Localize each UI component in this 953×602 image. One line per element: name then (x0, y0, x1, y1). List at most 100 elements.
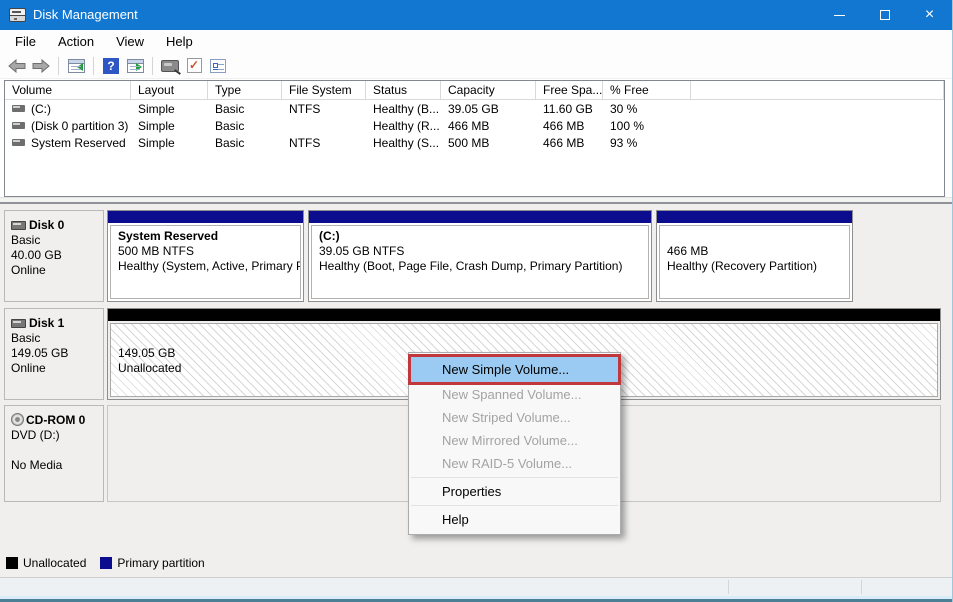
properties-list-button[interactable] (206, 55, 230, 77)
statusbar-divider (861, 580, 862, 594)
cell-status: Healthy (S... (366, 136, 441, 150)
column-header-status[interactable]: Status (366, 81, 441, 99)
cell-pct-free: 93 % (603, 136, 691, 150)
cdrom-name: CD-ROM 0 (26, 413, 85, 428)
column-header-pct-free[interactable]: % Free (603, 81, 691, 99)
pane-splitter[interactable] (0, 197, 952, 204)
cell-status: Healthy (R... (366, 119, 441, 133)
column-header-capacity[interactable]: Capacity (441, 81, 536, 99)
partition-status: Healthy (Recovery Partition) (667, 259, 842, 274)
menu-action[interactable]: Action (47, 31, 105, 52)
cell-type: Basic (208, 136, 282, 150)
partition-recovery[interactable]: 466 MB Healthy (Recovery Partition) (656, 210, 853, 302)
cell-free-space: 466 MB (536, 119, 603, 133)
toolbar-separator (93, 57, 94, 75)
title-bar: Disk Management × (0, 0, 952, 30)
menu-file[interactable]: File (4, 31, 47, 52)
console-tree-button[interactable] (64, 55, 88, 77)
menu-item-new-mirrored-volume: New Mirrored Volume... (409, 429, 620, 452)
close-icon: × (925, 7, 934, 23)
legend-unallocated-label: Unallocated (23, 556, 86, 570)
cell-status: Healthy (B... (366, 102, 441, 116)
partition-size: 39.05 GB NTFS (319, 244, 641, 259)
minimize-icon (834, 15, 845, 16)
disk-icon (11, 319, 26, 328)
disk0-kind: Basic (11, 233, 103, 248)
check-disk-icon: ✓ (187, 58, 202, 73)
menu-item-new-spanned-volume: New Spanned Volume... (409, 383, 620, 406)
back-button[interactable] (5, 55, 29, 77)
disk0-name: Disk 0 (29, 218, 64, 233)
partition-size: 466 MB (667, 244, 842, 259)
toolbar: ? ✓ (0, 53, 952, 79)
back-icon (8, 59, 26, 73)
disk0-status: Online (11, 263, 103, 278)
disk-management-window: Disk Management × File Action View Help … (0, 0, 953, 602)
cell-free-space: 466 MB (536, 136, 603, 150)
disk1-name: Disk 1 (29, 316, 64, 331)
forward-button[interactable] (29, 55, 53, 77)
cell-free-space: 11.60 GB (536, 102, 603, 116)
table-row[interactable]: (Disk 0 partition 3) Simple Basic Health… (5, 117, 944, 134)
cdrom-status: No Media (11, 458, 103, 473)
menu-item-help[interactable]: Help (409, 508, 620, 531)
minimize-button[interactable] (817, 0, 862, 30)
volume-list: Volume Layout Type File System Status Ca… (4, 80, 945, 197)
console-tree-icon (68, 59, 85, 73)
column-header-free-space[interactable]: Free Spa... (536, 81, 603, 99)
volume-icon (12, 139, 25, 146)
legend-primary-swatch (100, 557, 112, 569)
partition-status: Healthy (System, Active, Primary Pa (118, 259, 293, 274)
disk-view-button[interactable] (158, 55, 182, 77)
menu-separator (411, 505, 618, 506)
cell-type: Basic (208, 119, 282, 133)
toolbar-separator (152, 57, 153, 75)
partition-c-drive[interactable]: (C:) 39.05 GB NTFS Healthy (Boot, Page F… (308, 210, 652, 302)
column-header-type[interactable]: Type (208, 81, 282, 99)
disk1-status: Online (11, 361, 103, 376)
cdrom-label-panel[interactable]: CD-ROM 0 DVD (D:) No Media (4, 405, 104, 502)
column-header-layout[interactable]: Layout (131, 81, 208, 99)
cell-file-system: NTFS (282, 102, 366, 116)
partition-title (667, 229, 842, 244)
legend-bar: Unallocated Primary partition (0, 549, 952, 577)
legend-primary-label: Primary partition (117, 556, 204, 570)
disk0-size: 40.00 GB (11, 248, 103, 263)
volume-list-header: Volume Layout Type File System Status Ca… (5, 81, 944, 100)
cell-pct-free: 30 % (603, 102, 691, 116)
help-button[interactable]: ? (99, 55, 123, 77)
partition-status: Healthy (Boot, Page File, Crash Dump, Pr… (319, 259, 641, 274)
disk0-label-panel[interactable]: Disk 0 Basic 40.00 GB Online (4, 210, 104, 302)
legend-unallocated-swatch (6, 557, 18, 569)
menu-view[interactable]: View (105, 31, 155, 52)
maximize-button[interactable] (862, 0, 907, 30)
window-title: Disk Management (33, 0, 138, 30)
disk1-size: 149.05 GB (11, 346, 103, 361)
toolbar-separator (58, 57, 59, 75)
column-header-file-system[interactable]: File System (282, 81, 366, 99)
close-button[interactable]: × (907, 0, 952, 30)
table-row[interactable]: System Reserved Simple Basic NTFS Health… (5, 134, 944, 151)
primary-partition-bar (309, 211, 651, 223)
cell-file-system: NTFS (282, 136, 366, 150)
cell-pct-free: 100 % (603, 119, 691, 133)
menu-item-properties[interactable]: Properties (409, 480, 620, 503)
cell-capacity: 466 MB (441, 119, 536, 133)
primary-partition-bar (108, 211, 303, 223)
cell-volume: (Disk 0 partition 3) (31, 119, 128, 133)
volume-icon (12, 105, 25, 112)
forward-icon (32, 59, 50, 73)
cell-layout: Simple (131, 102, 208, 116)
action-pane-button[interactable] (123, 55, 147, 77)
menu-item-new-simple-volume[interactable]: New Simple Volume... (409, 356, 620, 383)
cell-layout: Simple (131, 136, 208, 150)
disk-view-icon (161, 60, 179, 72)
column-header-volume[interactable]: Volume (5, 81, 131, 99)
partition-system-reserved[interactable]: System Reserved 500 MB NTFS Healthy (Sys… (107, 210, 304, 302)
menu-help[interactable]: Help (155, 31, 204, 52)
table-row[interactable]: (C:) Simple Basic NTFS Healthy (B... 39.… (5, 100, 944, 117)
check-disk-button[interactable]: ✓ (182, 55, 206, 77)
status-bar (0, 577, 952, 596)
menu-separator (411, 477, 618, 478)
disk1-label-panel[interactable]: Disk 1 Basic 149.05 GB Online (4, 308, 104, 400)
